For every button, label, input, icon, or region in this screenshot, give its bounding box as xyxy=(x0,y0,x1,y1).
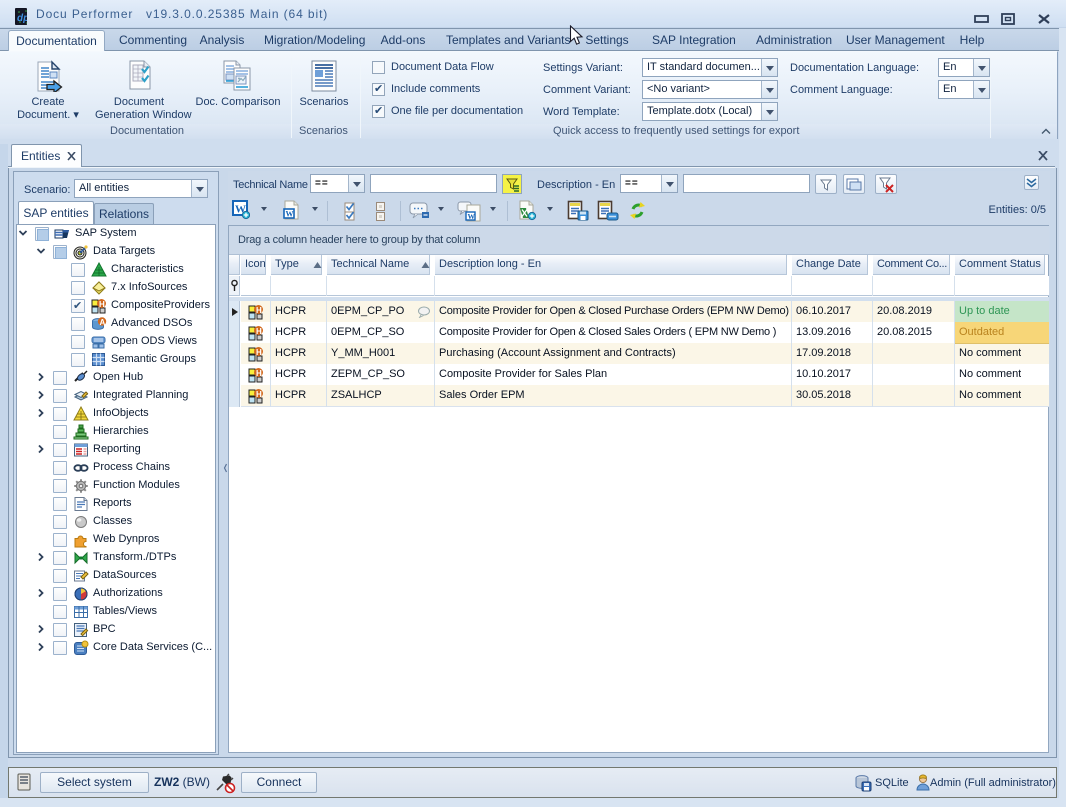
svg-text:H: H xyxy=(99,300,105,309)
svg-text:W: W xyxy=(468,212,476,221)
svg-text:dp: dp xyxy=(17,13,27,24)
svg-text:A: A xyxy=(100,318,106,327)
svg-text:W: W xyxy=(286,210,294,219)
